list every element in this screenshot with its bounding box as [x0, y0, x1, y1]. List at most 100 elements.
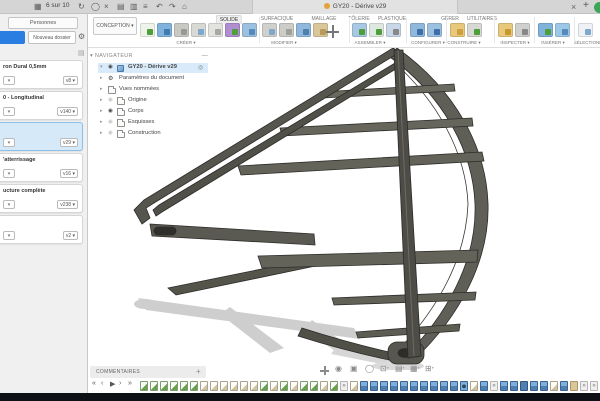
tree-item-corps[interactable]: ▸◉Corps	[90, 107, 210, 117]
grid-view-icon[interactable]: ▦	[34, 1, 42, 13]
file-version-badge[interactable]: v8 ▾	[63, 76, 78, 85]
timeline-feature-sketch[interactable]	[150, 381, 158, 391]
close-tab-icon[interactable]: ×	[571, 1, 576, 13]
ribbon-icon-axis[interactable]	[467, 23, 482, 37]
file-version-badge[interactable]: v140 ▾	[57, 107, 78, 116]
add-comment-icon[interactable]: +	[196, 366, 201, 378]
timeline-feature-plane[interactable]	[550, 381, 558, 391]
file-card[interactable]: ▾ v2 ▾	[0, 215, 83, 244]
ribbon-icon-fillet[interactable]	[279, 23, 294, 37]
tree-item-vues-nommees[interactable]: ▸Vues nommées	[90, 85, 210, 95]
ribbon-icon-create-sketch[interactable]	[140, 23, 155, 37]
timeline-feature-extrude[interactable]	[560, 381, 568, 391]
timeline-feature-extrude[interactable]	[500, 381, 508, 391]
timeline-feature-extrude[interactable]	[450, 381, 458, 391]
file-card[interactable]: ucture complète▾v238 ▾	[0, 184, 83, 213]
move-icon[interactable]	[326, 25, 339, 38]
file-version-badge[interactable]: v238 ▾	[57, 200, 78, 209]
ribbon-icon-configuration-table[interactable]	[427, 23, 442, 37]
navigator-collapse-caret[interactable]: ▾	[90, 53, 93, 59]
caret-right-icon[interactable]: ▸	[100, 108, 103, 114]
gear-icon[interactable]: ⚙	[78, 32, 85, 41]
new-folder-button[interactable]: Nouveau dossier	[28, 31, 76, 44]
timeline-feature-extrude[interactable]	[540, 381, 548, 391]
ribbon-icon-pattern[interactable]	[208, 23, 223, 37]
ribbon-icon-box[interactable]	[157, 23, 172, 37]
ribbon-icon-joint[interactable]	[369, 23, 384, 37]
caret-right-icon[interactable]: ▸	[100, 97, 103, 103]
file-menu-caret[interactable]: ▾	[3, 76, 15, 85]
thumbnail-view-icon[interactable]: ▤	[117, 1, 125, 13]
eye-icon[interactable]: ◉	[108, 97, 113, 103]
ribbon-icon-configuration[interactable]	[410, 23, 425, 37]
orbit-icon[interactable]: ◉	[335, 364, 342, 373]
timeline-feature-extrude[interactable]	[530, 381, 538, 391]
caret-right-icon[interactable]: ▸	[100, 75, 103, 81]
group-label-construire[interactable]: CONSTRUIRE ▾	[447, 40, 480, 46]
timeline-feature-extrude[interactable]	[420, 381, 428, 391]
timeline-feature-plane[interactable]	[470, 381, 478, 391]
tab-surfacique[interactable]: SURFACIQUE	[258, 15, 297, 23]
list-view-icon[interactable]: ▥	[130, 1, 138, 13]
ribbon-icon-offset-plane[interactable]	[450, 23, 465, 37]
timeline-feature-extrude[interactable]	[380, 381, 388, 391]
timeline-feature-plane[interactable]	[290, 381, 298, 391]
caret-right-icon[interactable]: ▸	[100, 130, 103, 136]
timeline-feature-plane[interactable]	[350, 381, 358, 391]
timeline-feature-combine[interactable]	[520, 381, 528, 391]
timeline-feature-plane[interactable]	[220, 381, 228, 391]
look-at-icon[interactable]: ▣	[350, 364, 358, 373]
timeline-feature-plane[interactable]	[230, 381, 238, 391]
file-menu-caret[interactable]: ▾	[3, 107, 15, 116]
ribbon-icon-sheet-metal-flange[interactable]	[242, 23, 257, 37]
home-icon[interactable]: ⌂	[182, 1, 187, 13]
timeline-feature-mirror[interactable]: »	[340, 381, 348, 391]
file-menu-caret[interactable]: ▾	[3, 200, 15, 209]
timeline-feature-extrude[interactable]	[360, 381, 368, 391]
timeline-feature-sketch[interactable]	[330, 381, 338, 391]
timeline-feature-tan[interactable]	[570, 381, 578, 391]
group-label-modifier[interactable]: MODIFIER ▾	[271, 40, 297, 46]
file-version-badge[interactable]: v29 ▾	[60, 138, 78, 147]
new-tab-icon[interactable]: +	[583, 0, 589, 12]
ribbon-icon-section-analysis[interactable]	[515, 23, 530, 37]
tab-gerer[interactable]: GÉRER	[438, 15, 462, 23]
eye-icon[interactable]: ◉	[108, 64, 113, 70]
step-forward-icon[interactable]: ›	[119, 380, 121, 387]
timeline-feature-sketch[interactable]	[310, 381, 318, 391]
group-label-assembler[interactable]: ASSEMBLER ▾	[354, 40, 385, 46]
timeline-feature-sketch[interactable]	[190, 381, 198, 391]
ribbon-icon-new-component[interactable]	[352, 23, 367, 37]
file-menu-caret[interactable]: ▾	[3, 138, 15, 147]
timeline-feature-extrude[interactable]	[480, 381, 488, 391]
ribbon-icon-insert-mesh[interactable]	[538, 23, 553, 37]
close-panel-icon[interactable]: ×	[104, 1, 109, 13]
file-card[interactable]: 0 - Longitudinal▾v140 ▾	[0, 91, 83, 120]
file-version-badge[interactable]: v2 ▾	[63, 231, 78, 240]
caret-right-icon[interactable]: ▸	[100, 86, 103, 92]
tree-item-root[interactable]: ▾◉GY20 - Dérive v29◎	[98, 63, 208, 73]
timeline-feature-mirror[interactable]: »	[590, 381, 598, 391]
tab-maillage[interactable]: MAILLAGE	[308, 15, 339, 23]
tab-personnes[interactable]: Personnes	[8, 17, 78, 29]
caret-right-icon[interactable]: ▸	[100, 119, 103, 125]
navigator-minimize-icon[interactable]: —	[202, 53, 208, 59]
timeline-feature-plane[interactable]	[210, 381, 218, 391]
timeline-feature-plane[interactable]	[270, 381, 278, 391]
timeline-feature-hole[interactable]	[460, 381, 468, 391]
timeline-feature-sketch[interactable]	[180, 381, 188, 391]
group-label-inserer[interactable]: INSÉRER ▾	[541, 40, 565, 46]
caret-down-icon[interactable]: ▾	[100, 64, 103, 70]
eye-icon[interactable]: ◉	[108, 119, 113, 125]
timeline-feature-mirror[interactable]: »	[490, 381, 498, 391]
timeline-feature-extrude[interactable]	[410, 381, 418, 391]
file-menu-caret[interactable]: ▾	[3, 231, 15, 240]
ribbon-icon-press-pull[interactable]	[262, 23, 277, 37]
tab-plastique[interactable]: PLASTIQUE	[375, 15, 409, 23]
timeline-feature-extrude[interactable]	[390, 381, 398, 391]
timeline-feature-extrude[interactable]	[430, 381, 438, 391]
ribbon-icon-mesh[interactable]	[225, 23, 240, 37]
timeline-feature-sketch[interactable]	[260, 381, 268, 391]
file-card[interactable]: 'atterrissage▾v16 ▾	[0, 153, 83, 182]
eye-icon[interactable]: ◉	[108, 130, 113, 136]
